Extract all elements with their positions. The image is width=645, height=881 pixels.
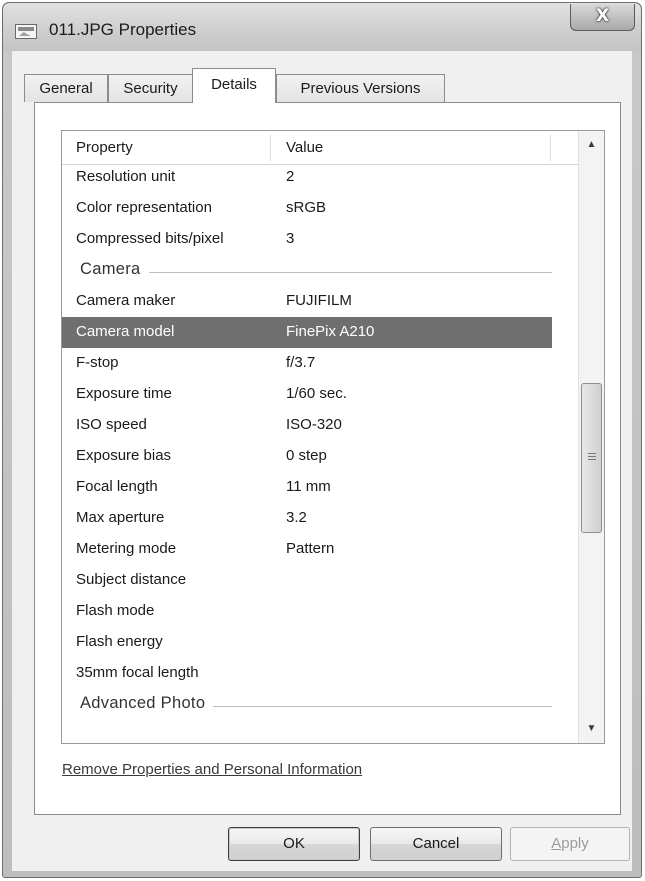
- property-value: 3: [286, 230, 295, 247]
- apply-button[interactable]: Apply: [510, 827, 630, 861]
- list-item[interactable]: Flash energy: [62, 627, 552, 658]
- property-value: 2: [286, 168, 295, 185]
- column-header: Property Value: [62, 131, 578, 165]
- list-item[interactable]: Metering mode Pattern: [62, 534, 552, 565]
- properties-dialog: 011.JPG Properties X General Security De…: [2, 2, 642, 878]
- list-item[interactable]: Max aperture 3.2: [62, 503, 552, 534]
- scroll-down-icon[interactable]: ▼: [579, 717, 604, 741]
- details-tab-panel: Property Value Resolution unit 2 Color rep…: [34, 102, 621, 815]
- property-name: ISO speed: [76, 416, 147, 433]
- group-header[interactable]: Camera: [62, 255, 578, 286]
- property-name: Metering mode: [76, 540, 177, 557]
- tab-previous-versions[interactable]: Previous Versions: [276, 74, 445, 102]
- apply-label: pply: [561, 835, 589, 852]
- list-item[interactable]: F-stop f/3.7: [62, 348, 552, 379]
- ok-button[interactable]: OK: [228, 827, 360, 861]
- column-header-property[interactable]: Property: [76, 131, 133, 164]
- property-value: f/3.7: [286, 354, 316, 371]
- group-divider: [80, 272, 552, 273]
- property-value: Pattern: [286, 540, 335, 557]
- list-item[interactable]: Flash mode: [62, 596, 552, 627]
- details-list[interactable]: Property Value Resolution unit 2 Color rep…: [61, 130, 605, 744]
- property-value: 3.2: [286, 509, 307, 526]
- property-name: Camera model: [76, 323, 175, 340]
- close-button[interactable]: X: [570, 4, 635, 31]
- property-name: Compressed bits/pixel: [76, 230, 224, 247]
- column-header-value[interactable]: Value: [286, 131, 323, 164]
- group-label: Camera: [80, 260, 149, 279]
- property-name: Focal length: [76, 478, 158, 495]
- list-item[interactable]: Exposure bias 0 step: [62, 441, 552, 472]
- property-value: FUJIFILM: [286, 292, 352, 309]
- list-item[interactable]: ISO speed ISO-320: [62, 410, 552, 441]
- property-value: 1/60 sec.: [286, 385, 347, 402]
- list-item[interactable]: Subject distance: [62, 565, 552, 596]
- cancel-button[interactable]: Cancel: [370, 827, 502, 861]
- tab-details[interactable]: Details: [192, 68, 276, 103]
- property-value: sRGB: [286, 199, 327, 216]
- dialog-body: General Security Details Previous Versio…: [12, 51, 632, 871]
- group-header[interactable]: Advanced Photo: [62, 689, 578, 720]
- list-item[interactable]: Compressed bits/pixel 3: [62, 224, 552, 255]
- vertical-scrollbar[interactable]: ▲ ▼: [578, 131, 604, 743]
- title-bar[interactable]: 011.JPG Properties X: [3, 3, 641, 51]
- property-name: Exposure bias: [76, 447, 172, 464]
- property-name: Max aperture: [76, 509, 165, 526]
- property-value: 0 step: [286, 447, 327, 464]
- property-name: Flash mode: [76, 602, 155, 619]
- list-item[interactable]: Color representation sRGB: [62, 193, 552, 224]
- property-name: Resolution unit: [76, 168, 176, 185]
- property-name: Exposure time: [76, 385, 172, 402]
- property-value: FinePix A210: [286, 323, 375, 340]
- property-name: 35mm focal length: [76, 664, 199, 681]
- image-file-icon: [15, 24, 37, 39]
- list-item[interactable]: Focal length 11 mm: [62, 472, 552, 503]
- list-item[interactable]: Camera maker FUJIFILM: [62, 286, 552, 317]
- group-label: Advanced Photo: [80, 694, 214, 713]
- column-divider[interactable]: [270, 135, 271, 161]
- apply-accelerator: A: [551, 835, 562, 852]
- list-item-selected[interactable]: Camera model FinePix A210: [62, 317, 552, 348]
- property-name: Color representation: [76, 199, 212, 216]
- column-divider[interactable]: [550, 135, 551, 161]
- property-name: Flash energy: [76, 633, 163, 650]
- list-item[interactable]: 35mm focal length: [62, 658, 552, 689]
- property-name: Camera maker: [76, 292, 176, 309]
- tab-general[interactable]: General: [24, 74, 108, 102]
- property-value: ISO-320: [286, 416, 342, 433]
- scroll-up-icon[interactable]: ▲: [579, 133, 604, 157]
- property-name: F-stop: [76, 354, 119, 371]
- remove-properties-link[interactable]: Remove Properties and Personal Informati…: [62, 761, 362, 778]
- property-value: 11 mm: [286, 478, 331, 495]
- list-item[interactable]: Resolution unit 2: [62, 162, 552, 193]
- tab-security[interactable]: Security: [108, 74, 193, 102]
- property-name: Subject distance: [76, 571, 187, 588]
- list-item[interactable]: Exposure time 1/60 sec.: [62, 379, 552, 410]
- window-title: 011.JPG Properties: [49, 20, 197, 39]
- scroll-thumb[interactable]: [581, 383, 602, 533]
- grip-icon: [588, 453, 596, 454]
